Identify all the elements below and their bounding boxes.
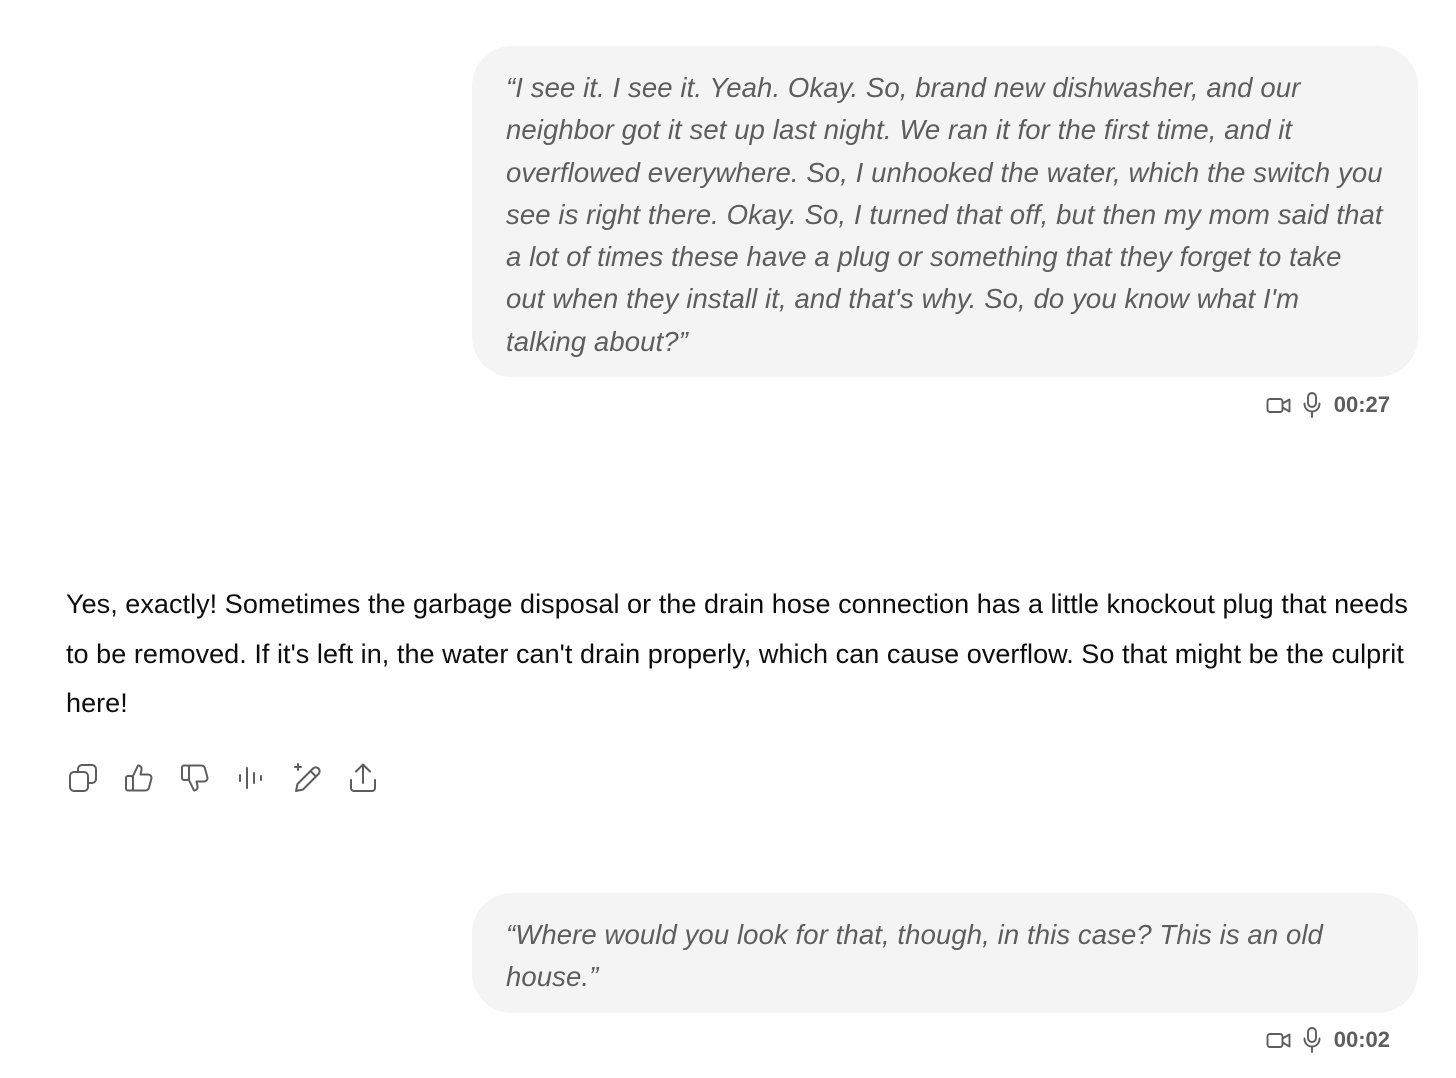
video-icon xyxy=(1266,394,1292,416)
message-action-bar xyxy=(66,761,380,795)
edit-icon xyxy=(294,763,321,792)
share-button[interactable] xyxy=(346,761,380,795)
voice-duration: 00:27 xyxy=(1333,392,1390,417)
user-message-bubble: “Where would you look for that, though, … xyxy=(472,893,1418,1013)
microphone-icon xyxy=(1302,391,1322,419)
copy-icon xyxy=(69,764,97,792)
video-icon xyxy=(1266,1029,1292,1051)
good-response-button[interactable] xyxy=(122,761,156,795)
thumbs-down-icon xyxy=(181,764,209,792)
assistant-message-text: Yes, exactly! Sometimes the garbage disp… xyxy=(66,589,1408,718)
user-message-bubble: “I see it. I see it. Yeah. Okay. So, bra… xyxy=(472,46,1418,377)
voice-message-meta: 00:02 xyxy=(1266,1026,1390,1054)
voice-message-meta: 00:27 xyxy=(1266,391,1390,419)
voice-duration: 00:02 xyxy=(1333,1027,1390,1052)
assistant-message: Yes, exactly! Sometimes the garbage disp… xyxy=(66,580,1416,729)
share-icon xyxy=(350,763,376,792)
user-message-text: “Where would you look for that, though, … xyxy=(506,919,1323,993)
read-aloud-icon xyxy=(239,767,262,789)
copy-button[interactable] xyxy=(66,761,100,795)
bad-response-button[interactable] xyxy=(178,761,212,795)
read-aloud-button[interactable] xyxy=(234,761,268,795)
thumbs-up-icon xyxy=(125,764,153,792)
edit-button[interactable] xyxy=(290,761,324,795)
microphone-icon xyxy=(1302,1026,1322,1054)
user-message-text: “I see it. I see it. Yeah. Okay. So, bra… xyxy=(506,72,1383,357)
